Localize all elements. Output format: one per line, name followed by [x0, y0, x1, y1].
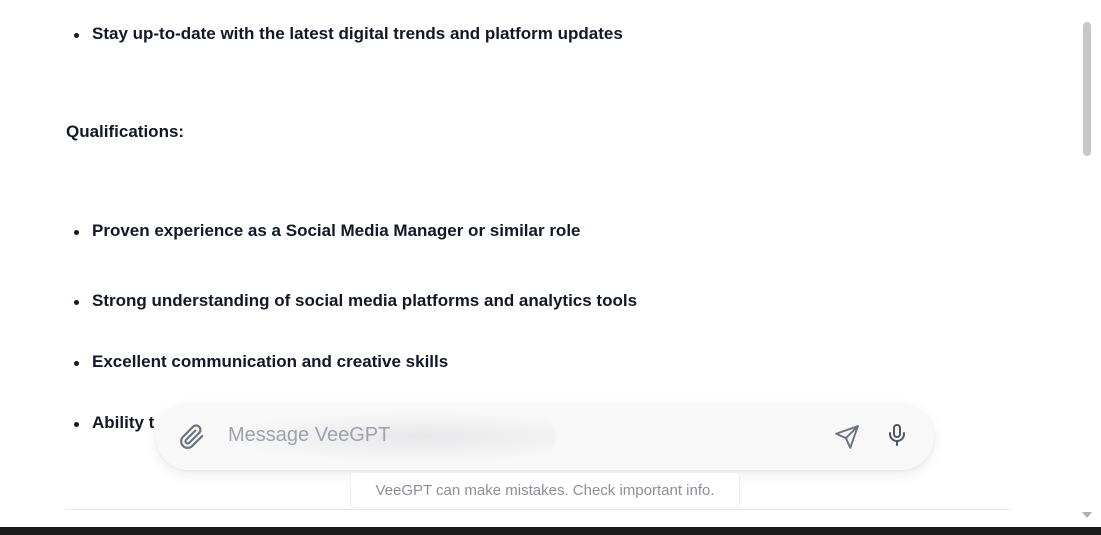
list-item: Ability t — [73, 413, 155, 432]
divider — [65, 509, 1011, 510]
window-edge — [1093, 0, 1101, 527]
disclaimer-text: VeeGPT can make mistakes. Check importan… — [350, 472, 740, 508]
send-button[interactable] — [831, 423, 863, 455]
chat-viewport: Stay up-to-date with the latest digital … — [0, 0, 1093, 527]
microphone-icon — [885, 422, 909, 453]
scrollbar-thumb[interactable] — [1083, 22, 1091, 156]
list-item: Excellent communication and creative ski… — [73, 352, 449, 371]
qualifications-heading: Qualifications: — [66, 122, 185, 141]
scroll-down-arrow-icon[interactable] — [1082, 512, 1092, 518]
send-icon — [834, 424, 860, 455]
message-input[interactable] — [226, 419, 810, 451]
message-composer — [156, 404, 934, 470]
list-item: Strong understanding of social media pla… — [73, 291, 638, 310]
list-item: Proven experience as a Social Media Mana… — [74, 221, 581, 240]
attach-button[interactable] — [176, 423, 208, 455]
list-item: Stay up-to-date with the latest digital … — [74, 24, 623, 43]
microphone-button[interactable] — [881, 421, 913, 453]
paperclip-icon — [179, 423, 205, 455]
